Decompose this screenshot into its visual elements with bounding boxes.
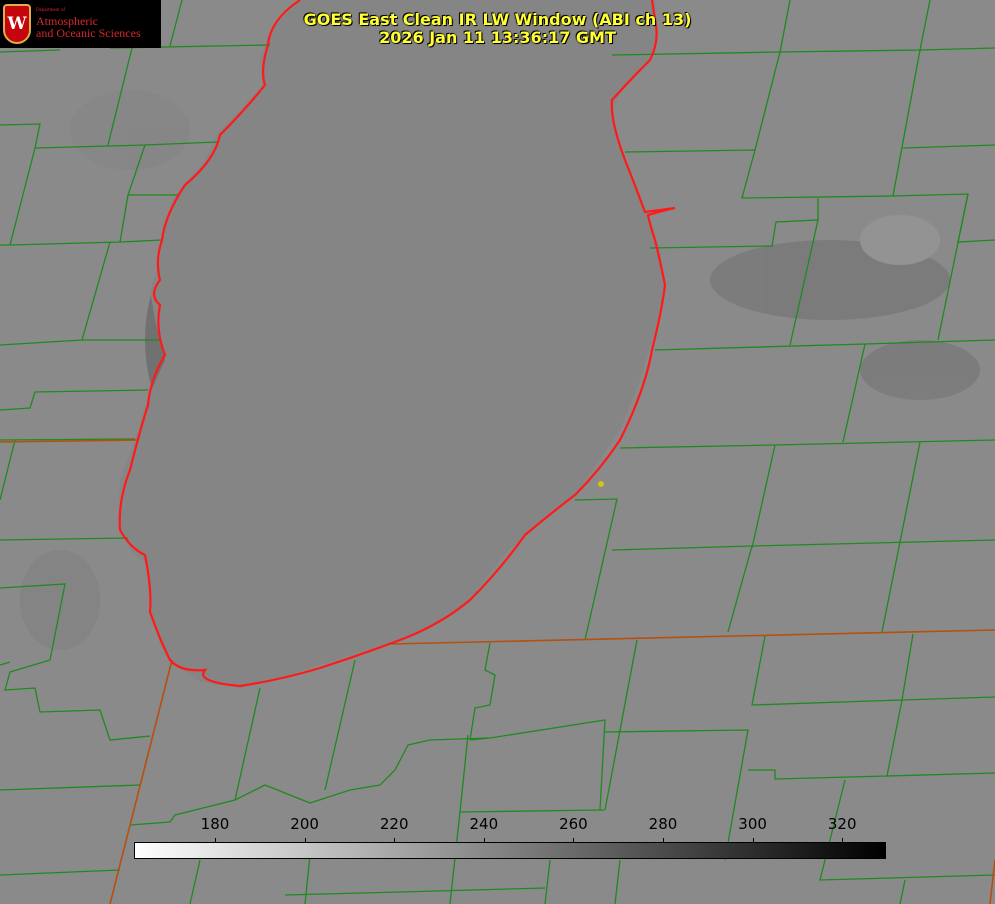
colorbar-tick-label: 300 xyxy=(738,815,767,833)
colorbar-tick-mark xyxy=(304,838,306,843)
colorbar-tick-label: 200 xyxy=(290,815,319,833)
colorbar-tick-mark xyxy=(215,838,216,843)
colorbar-tick-label: 320 xyxy=(827,815,857,833)
ir-satellite-map xyxy=(0,0,995,904)
colorbar-tick-label: 260 xyxy=(559,815,588,833)
colorbar-tick-mark xyxy=(483,838,485,843)
colorbar-tick-mark xyxy=(573,838,575,843)
colorbar-tick-label: 220 xyxy=(379,815,409,833)
title-product: GOES East Clean IR LW Window (ABI ch 13) xyxy=(303,10,692,29)
temperature-colorbar xyxy=(134,842,886,859)
title-timestamp: 2026 Jan 11 13:36:17 GMT xyxy=(379,28,616,47)
colorbar-tick-mark xyxy=(394,838,396,843)
colorbar-tick-mark xyxy=(663,838,664,843)
colorbar-tick-label: 180 xyxy=(200,815,230,833)
satellite-image-viewer: W Department of Atmospheric and Oceanic … xyxy=(0,0,995,904)
image-title: GOES East Clean IR LW Window (ABI ch 13)… xyxy=(0,11,995,47)
colorbar-tick-label: 280 xyxy=(648,815,678,833)
colorbar-tick-label: 240 xyxy=(469,815,499,833)
colorbar-tick-mark xyxy=(842,838,844,843)
station-marker xyxy=(598,481,604,487)
lake-michigan xyxy=(118,0,665,688)
colorbar-tick-mark xyxy=(752,838,754,843)
